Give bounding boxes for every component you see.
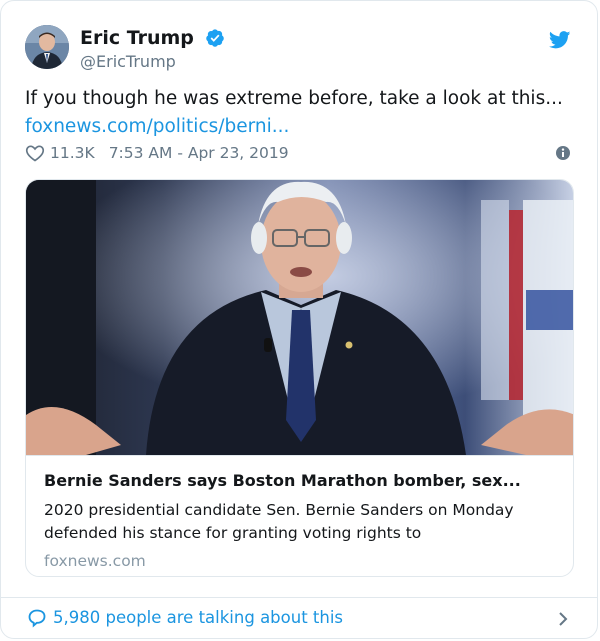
conversation-footer[interactable]: 5,980 people are talking about this: [27, 607, 573, 631]
avatar[interactable]: [25, 25, 69, 69]
speech-bubble-icon: [27, 608, 47, 628]
author-name[interactable]: Eric Trump: [80, 25, 194, 51]
card-title[interactable]: Bernie Sanders says Boston Marathon bomb…: [44, 470, 555, 492]
tweet-meta: 11.3K 7:53 AM - Apr 23, 2019: [25, 143, 571, 165]
card-domain: foxnews.com: [44, 552, 146, 570]
card-description: 2020 presidential candidate Sen. Bernie …: [44, 501, 514, 542]
info-icon[interactable]: [555, 145, 571, 161]
like-count[interactable]: 11.3K: [50, 144, 95, 162]
timestamp[interactable]: 7:53 AM - Apr 23, 2019: [109, 144, 289, 162]
chevron-right-icon[interactable]: [557, 611, 569, 627]
tweet-body: If you though he was extreme before, tak…: [25, 88, 563, 109]
heart-icon[interactable]: [25, 143, 45, 163]
tweet-embed: Eric Trump @EricTrump If you though he w…: [0, 0, 598, 639]
talking-count[interactable]: 5,980 people are talking about this: [53, 608, 343, 627]
tweet-link[interactable]: foxnews.com/politics/berni...: [25, 116, 289, 137]
link-card[interactable]: Bernie Sanders says Boston Marathon bomb…: [25, 179, 574, 577]
card-body: Bernie Sanders says Boston Marathon bomb…: [26, 455, 573, 576]
author-handle[interactable]: @EricTrump: [80, 51, 225, 73]
tweet-header: Eric Trump @EricTrump: [25, 25, 573, 73]
twitter-bird-icon[interactable]: [548, 31, 571, 49]
card-image: [26, 180, 573, 455]
tweet-text: If you though he was extreme before, tak…: [25, 85, 565, 141]
footer-divider: [1, 597, 597, 598]
author-info: Eric Trump @EricTrump: [80, 25, 225, 73]
verified-badge-icon: [205, 28, 225, 48]
